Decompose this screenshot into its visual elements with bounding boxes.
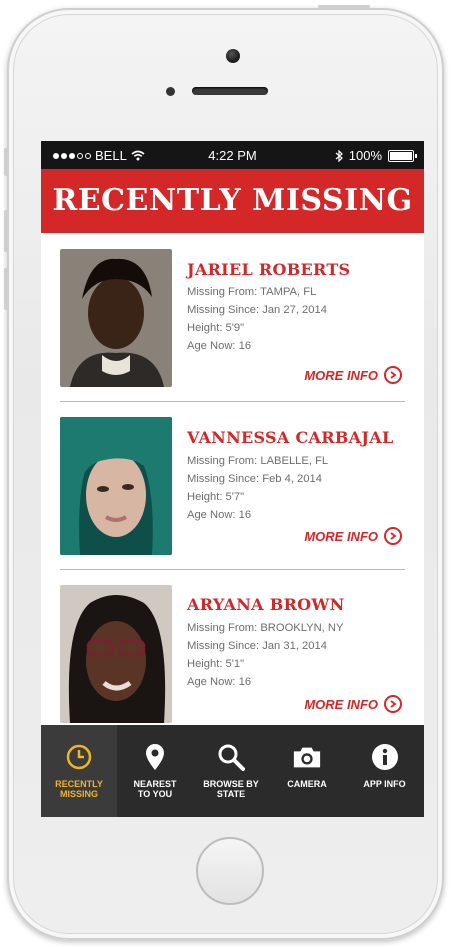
clock-icon: [64, 743, 94, 771]
person-name[interactable]: ARYANA BROWN: [187, 595, 345, 614]
missing-since: Missing Since: Jan 31, 2014: [187, 640, 327, 652]
age-now: Age Now: 16: [187, 340, 252, 352]
age-now: Age Now: 16: [187, 509, 252, 521]
height: Height: 5'1": [187, 658, 245, 670]
missing-since: Missing Since: Feb 4, 2014: [187, 473, 322, 485]
earpiece-speaker: [192, 87, 268, 95]
page-title: RECENTLY MISSING: [52, 183, 413, 218]
tab-label: CAMERA: [287, 779, 327, 789]
page-header: RECENTLY MISSING: [41, 169, 424, 233]
divider: [60, 401, 405, 402]
tab-label: NEAREST TO YOU: [133, 779, 177, 799]
search-icon: [216, 743, 246, 771]
list-item[interactable]: JARIEL ROBERTS Missing From: TAMPA, FL M…: [41, 233, 424, 403]
missing-from: Missing From: TAMPA, FL: [187, 286, 317, 298]
missing-from: Missing From: BROOKLYN, NY: [187, 622, 344, 634]
tab-browse-by-state[interactable]: BROWSE BY STATE: [193, 725, 269, 817]
camera-icon: [292, 743, 322, 771]
tab-label: APP INFO: [363, 779, 406, 789]
map-pin-icon: [140, 743, 170, 771]
front-camera: [226, 49, 240, 63]
age-now: Age Now: 16: [187, 676, 252, 688]
person-photo[interactable]: [60, 249, 172, 387]
tab-bar: RECENTLY MISSING NEAREST TO YOU BROWSE BY S…: [41, 725, 424, 817]
chevron-right-icon: [384, 527, 402, 545]
battery-percent: 100%: [348, 148, 382, 163]
battery-info: 100%: [335, 148, 417, 163]
tab-recently-missing[interactable]: RECENTLY MISSING: [41, 725, 117, 817]
tab-app-info[interactable]: APP INFO: [345, 725, 424, 817]
divider: [60, 569, 405, 570]
person-name[interactable]: VANNESSA CARBAJAL: [187, 428, 394, 447]
list-item[interactable]: VANNESSA CARBAJAL Missing From: LABELLE,…: [41, 403, 424, 573]
battery-icon: [388, 149, 417, 162]
tab-camera[interactable]: CAMERA: [269, 725, 345, 817]
volume-up-button: [4, 210, 8, 252]
proximity-sensor: [166, 87, 175, 96]
more-info-link[interactable]: MORE INFO: [304, 366, 402, 384]
person-photo[interactable]: [60, 585, 172, 723]
more-info-label: MORE INFO: [304, 528, 378, 544]
chevron-right-icon: [384, 366, 402, 384]
tab-nearest-to-you[interactable]: NEAREST TO YOU: [117, 725, 193, 817]
home-button[interactable]: [196, 837, 264, 905]
missing-from: Missing From: LABELLE, FL: [187, 455, 329, 467]
mute-switch: [4, 148, 8, 176]
tab-label: RECENTLY MISSING: [55, 779, 103, 799]
more-info-label: MORE INFO: [304, 367, 378, 383]
missing-since: Missing Since: Jan 27, 2014: [187, 304, 327, 316]
info-icon: [370, 743, 400, 771]
more-info-link[interactable]: MORE INFO: [304, 527, 402, 545]
status-bar: BELL 4:22 PM 100%: [41, 141, 424, 169]
person-name[interactable]: JARIEL ROBERTS: [187, 260, 350, 279]
tab-label: BROWSE BY STATE: [203, 779, 259, 799]
list-item[interactable]: ARYANA BROWN Missing From: BROOKLYN, NY …: [41, 571, 424, 725]
missing-list[interactable]: JARIEL ROBERTS Missing From: TAMPA, FL M…: [41, 233, 424, 725]
person-photo[interactable]: [60, 417, 172, 555]
chevron-right-icon: [384, 695, 402, 713]
volume-down-button: [4, 268, 8, 310]
more-info-link[interactable]: MORE INFO: [304, 695, 402, 713]
height: Height: 5'9": [187, 322, 245, 334]
more-info-label: MORE INFO: [304, 696, 378, 712]
height: Height: 5'7": [187, 491, 245, 503]
bluetooth-icon: [335, 149, 343, 162]
screen: BELL 4:22 PM 100% RECENTLY MISSING JARIE…: [41, 141, 424, 817]
power-button: [318, 5, 370, 9]
